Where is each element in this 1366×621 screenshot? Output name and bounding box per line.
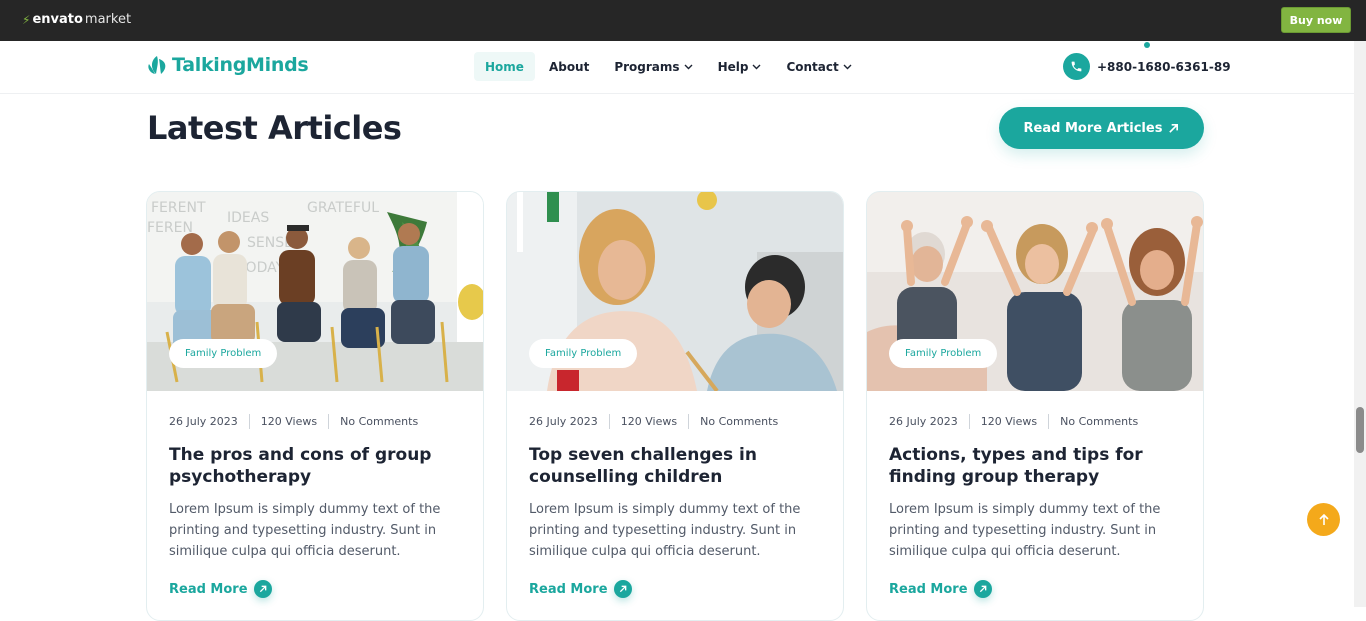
nav-item-label: Home (485, 59, 524, 74)
svg-text:FERENT: FERENT (151, 200, 206, 216)
article-card: Family Problem 26 July 2023 120 Views No… (506, 191, 844, 621)
svg-text:GRATEFUL: GRATEFUL (307, 200, 379, 216)
article-excerpt: Lorem Ipsum is simply dummy text of the … (889, 502, 1161, 559)
article-meta: 26 July 2023 120 Views No Comments (889, 414, 1138, 429)
back-to-top-button[interactable] (1307, 503, 1340, 536)
article-views: 120 Views (260, 415, 318, 428)
article-views: 120 Views (980, 415, 1038, 428)
brand-name: TalkingMinds (172, 54, 309, 76)
arrow-up-right-icon (973, 580, 992, 598)
site-header: TalkingMinds Home About Programs Help Co… (0, 41, 1354, 94)
article-comments[interactable]: No Comments (700, 415, 778, 428)
category-tag[interactable]: Family Problem (889, 339, 998, 368)
meta-divider (328, 414, 330, 429)
article-card: Family Problem 26 July 2023 120 Views No… (866, 191, 1204, 621)
nav-item-home[interactable]: Home (474, 52, 535, 81)
arrow-up-right-icon (1169, 123, 1179, 133)
article-comments[interactable]: No Comments (340, 415, 418, 428)
category-tag[interactable]: Family Problem (529, 339, 638, 368)
article-date: 26 July 2023 (889, 415, 958, 428)
nav-item-label: Programs (614, 59, 680, 74)
read-more-link[interactable]: Read More (529, 580, 632, 598)
article-title[interactable]: Top seven challenges in counselling chil… (529, 444, 829, 488)
read-more-articles-button[interactable]: Read More Articles (999, 107, 1204, 149)
read-more-articles-label: Read More Articles (1023, 120, 1163, 136)
meta-divider (1048, 414, 1050, 429)
brand-logo[interactable]: TalkingMinds (147, 54, 309, 76)
buy-now-button[interactable]: Buy now (1281, 7, 1351, 33)
category-tag[interactable]: Family Problem (169, 339, 278, 368)
article-card: FERENT IDEAS SENSE FEREN TODAYS GRATEFUL Fam… (146, 191, 484, 621)
nav-item-contact[interactable]: Contact (775, 52, 862, 81)
nav-item-label: About (548, 59, 590, 74)
nav-item-programs[interactable]: Programs (603, 52, 703, 81)
nav-item-label: Help (717, 59, 749, 74)
meta-divider (608, 414, 610, 429)
decorative-dot (1144, 42, 1150, 48)
read-more-label: Read More (169, 581, 248, 597)
arrow-up-icon (1318, 513, 1329, 525)
article-views: 120 Views (620, 415, 678, 428)
phone-icon (1063, 53, 1090, 80)
nav-item-label: Contact (786, 59, 839, 74)
article-excerpt: Lorem Ipsum is simply dummy text of the … (169, 502, 441, 559)
chevron-down-icon (684, 64, 693, 69)
svg-text:FEREN: FEREN (147, 220, 193, 236)
svg-text:IDEAS: IDEAS (227, 210, 269, 226)
arrow-up-right-icon (253, 580, 272, 598)
article-meta: 26 July 2023 120 Views No Comments (529, 414, 778, 429)
article-date: 26 July 2023 (529, 415, 598, 428)
article-title[interactable]: Actions, types and tips for finding grou… (889, 444, 1189, 488)
scrollbar-thumb[interactable] (1356, 407, 1364, 453)
read-more-link[interactable]: Read More (169, 580, 272, 598)
chevron-down-icon (752, 64, 761, 69)
article-excerpt: Lorem Ipsum is simply dummy text of the … (529, 502, 801, 559)
phone-number: +880-1680-6361-89 (1097, 59, 1231, 74)
meta-divider (248, 414, 250, 429)
leaf-logo-icon (147, 54, 168, 76)
meta-divider (968, 414, 970, 429)
envato-leaf-icon: ⚡ (22, 12, 31, 27)
envato-logo-suffix: market (84, 12, 132, 27)
main-nav: Home About Programs Help Contact (474, 52, 866, 81)
article-title[interactable]: The pros and cons of group psychotherapy (169, 444, 469, 488)
envato-logo-brand: envato (32, 12, 83, 27)
section-title: Latest Articles (147, 109, 402, 147)
read-more-label: Read More (529, 581, 608, 597)
article-comments[interactable]: No Comments (1060, 415, 1138, 428)
article-date: 26 July 2023 (169, 415, 238, 428)
phone-contact[interactable]: +880-1680-6361-89 (1063, 53, 1231, 80)
nav-item-about[interactable]: About (538, 52, 600, 81)
arrow-up-right-icon (613, 580, 632, 598)
envato-bar: ⚡ envato market Buy now (0, 0, 1366, 41)
read-more-link[interactable]: Read More (889, 580, 992, 598)
chevron-down-icon (843, 64, 852, 69)
meta-divider (688, 414, 690, 429)
read-more-label: Read More (889, 581, 968, 597)
article-meta: 26 July 2023 120 Views No Comments (169, 414, 418, 429)
nav-item-help[interactable]: Help (707, 52, 773, 81)
scrollbar-track[interactable] (1354, 41, 1366, 607)
envato-logo[interactable]: ⚡ envato market (22, 12, 131, 27)
